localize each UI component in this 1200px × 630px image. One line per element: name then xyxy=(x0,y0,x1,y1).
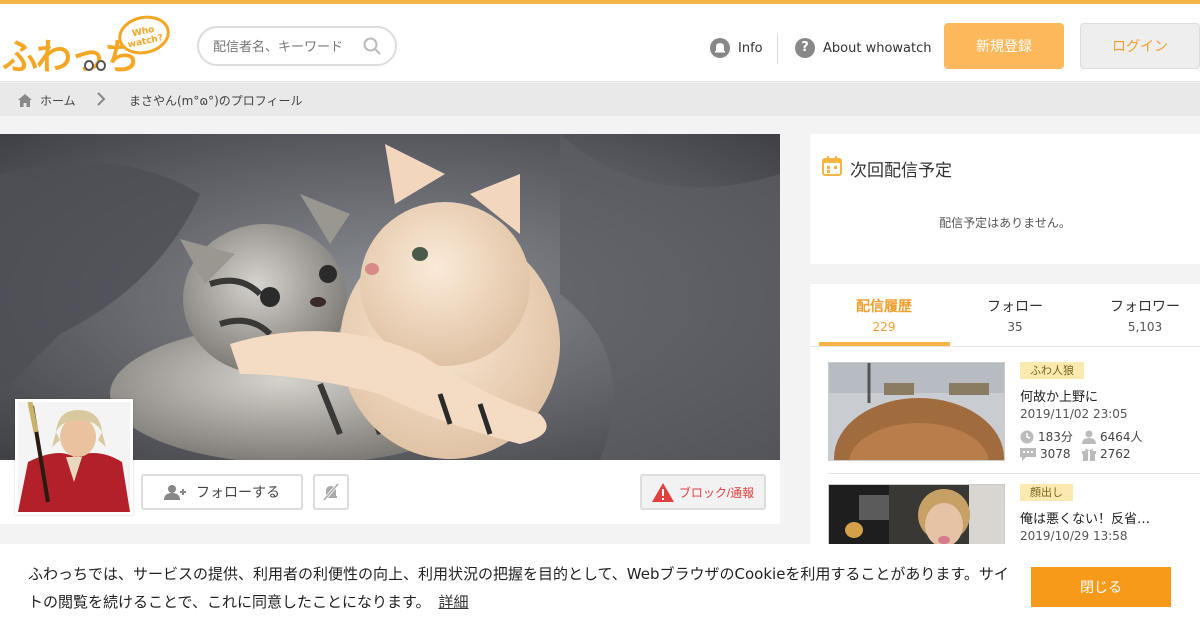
logo-eyes-icon xyxy=(84,56,112,71)
broadcast-thumbnail[interactable] xyxy=(828,362,1005,461)
broadcast-date: 2019/11/02 23:05 xyxy=(1020,407,1128,421)
nav-about-label: About whowatch xyxy=(823,40,932,56)
genre-tag: ふわ人狼 xyxy=(1020,362,1084,379)
follow-button[interactable]: フォローする xyxy=(141,474,303,510)
duration-stat: 183分 xyxy=(1020,428,1073,445)
gifts-stat: 2762 xyxy=(1082,447,1131,461)
list-divider xyxy=(828,473,1200,474)
list-item[interactable]: ふわ人狼 何故か上野に 2019/11/02 23:05 183分 6464人 … xyxy=(828,362,1200,472)
search-box xyxy=(197,26,397,66)
login-button[interactable]: ログイン xyxy=(1080,23,1200,69)
gifts-value: 2762 xyxy=(1100,447,1131,461)
broadcast-history-card: 配信履歴 229 フォロー 35 フォロワー 5,103 ふわ人狼 何故か上野に… xyxy=(810,284,1200,583)
comment-icon xyxy=(1020,447,1036,461)
next-schedule-card: 次回配信予定 配信予定はありません。 xyxy=(810,134,1200,264)
breadcrumb-home-label: ホーム xyxy=(40,94,76,108)
duration-value: 183分 xyxy=(1038,430,1073,444)
warning-icon xyxy=(651,482,674,502)
calendar-icon xyxy=(822,156,842,176)
search-icon[interactable] xyxy=(363,37,381,55)
genre-tag: 顔出し xyxy=(1020,484,1073,501)
schedule-title: 次回配信予定 xyxy=(850,161,952,181)
viewers-value: 6464人 xyxy=(1100,430,1143,444)
nav-info-label: Info xyxy=(738,40,763,56)
tab-label: フォロワー xyxy=(1110,299,1180,315)
broadcast-title: 何故か上野に xyxy=(1020,390,1099,405)
chevron-right-icon xyxy=(97,92,106,106)
site-logo[interactable]: ふわっち Who watch? xyxy=(0,11,175,78)
tab-following[interactable]: フォロー 35 xyxy=(950,296,1080,334)
nav-divider xyxy=(777,34,778,64)
site-header: ふわっち Who watch? Info ? About whowatch 新規… xyxy=(0,4,1200,82)
add-user-icon xyxy=(164,485,186,500)
help-icon: ? xyxy=(795,38,815,58)
schedule-empty-text: 配信予定はありません。 xyxy=(939,216,1071,230)
viewers-stat: 6464人 xyxy=(1082,428,1143,445)
cookie-close-button[interactable]: 閉じる xyxy=(1031,567,1171,607)
breadcrumb-home[interactable]: ホーム xyxy=(18,92,76,109)
clock-icon xyxy=(1020,430,1034,443)
cookie-banner: ふわっちでは、サービスの提供、利用者の利便性の向上、利用状況の把握を目的として、… xyxy=(0,544,1200,630)
mute-notification-button[interactable] xyxy=(313,474,349,510)
tab-count: 229 xyxy=(872,320,896,334)
tab-count: 5,103 xyxy=(1127,320,1163,334)
nav-about[interactable]: ? About whowatch xyxy=(795,38,931,58)
broadcast-date: 2019/10/29 13:58 xyxy=(1020,529,1128,543)
tabs-divider xyxy=(810,346,1200,347)
nav-info[interactable]: Info xyxy=(710,38,763,58)
bell-off-icon xyxy=(323,483,339,501)
cookie-text: ふわっちでは、サービスの提供、利用者の利便性の向上、利用状況の把握を目的として、… xyxy=(28,565,1009,611)
comments-stat: 3078 xyxy=(1020,447,1071,461)
follow-button-label: フォローする xyxy=(196,484,280,500)
comments-value: 3078 xyxy=(1040,447,1071,461)
cookie-details-link[interactable]: 詳細 xyxy=(438,593,468,611)
tab-followers[interactable]: フォロワー 5,103 xyxy=(1080,296,1200,334)
tab-count: 35 xyxy=(1007,320,1023,334)
breadcrumb: ホーム まさやん(m°ɷ°)のプロフィール xyxy=(0,83,1200,116)
breadcrumb-current: まさやん(m°ɷ°)のプロフィール xyxy=(129,94,303,108)
block-report-button[interactable]: ブロック/通報 xyxy=(640,474,766,510)
broadcast-title: 俺は悪くない！反省… xyxy=(1020,512,1151,527)
search-input[interactable] xyxy=(213,36,363,58)
tab-label: 配信履歴 xyxy=(856,299,912,315)
home-icon xyxy=(18,94,32,107)
tab-label: フォロー xyxy=(987,299,1043,315)
block-report-label: ブロック/通報 xyxy=(678,485,755,500)
bell-icon xyxy=(710,38,730,58)
register-button[interactable]: 新規登録 xyxy=(944,23,1064,69)
cookie-message: ふわっちでは、サービスの提供、利用者の利便性の向上、利用状況の把握を目的として、… xyxy=(28,560,1018,616)
tab-broadcast-history[interactable]: 配信履歴 229 xyxy=(819,296,949,334)
gift-icon xyxy=(1082,448,1096,461)
avatar[interactable] xyxy=(15,399,133,515)
user-icon xyxy=(1082,430,1096,444)
